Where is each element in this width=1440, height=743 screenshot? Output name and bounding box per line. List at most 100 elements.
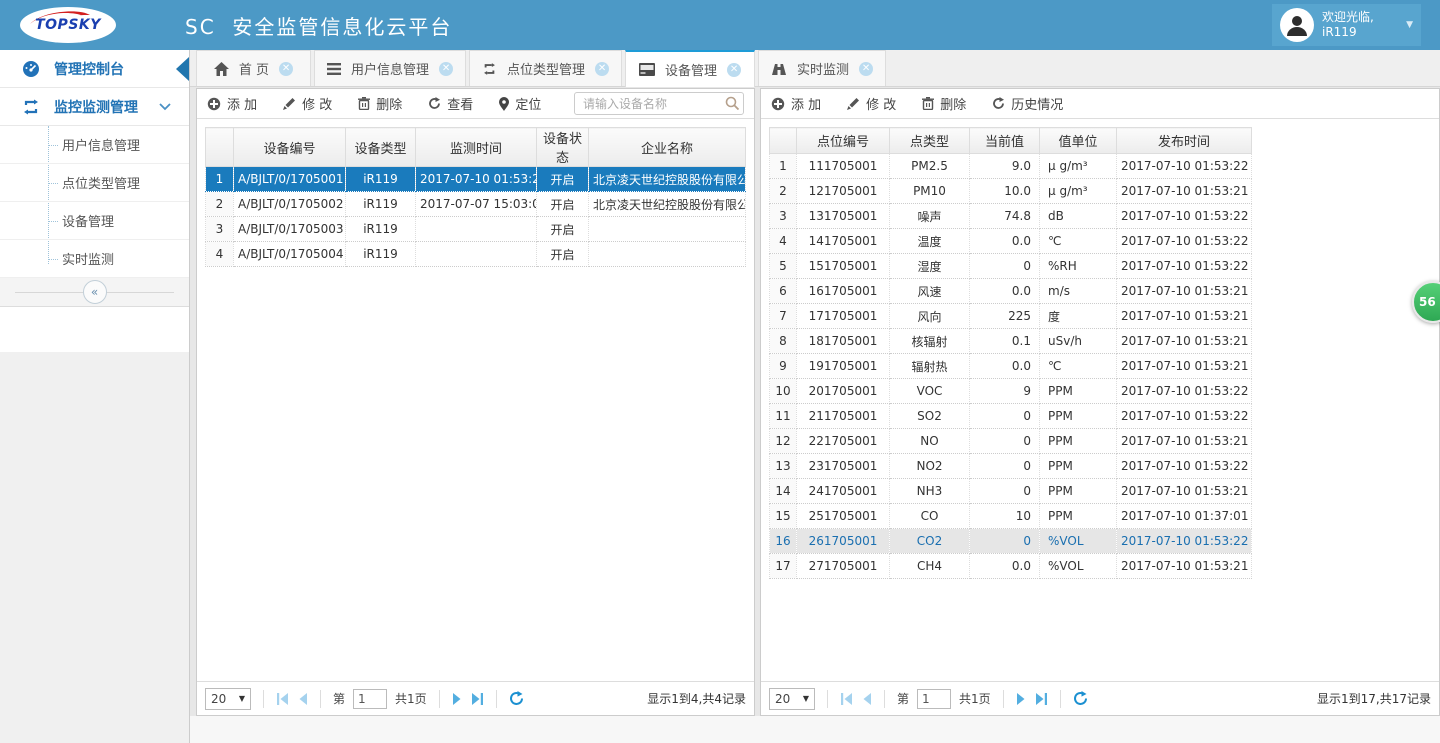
table-cell[interactable]: 0 [970, 479, 1040, 504]
table-cell[interactable]: 2017-07-10 01:37:01 [1117, 504, 1252, 529]
table-cell[interactable]: 2017-07-10 01:53:21 [1117, 329, 1252, 354]
table-cell[interactable]: 161705001 [797, 279, 890, 304]
next-page-button[interactable] [452, 693, 462, 705]
table-cell[interactable]: 2017-07-10 01:53:22 [1117, 154, 1252, 179]
sidebar-item-device-mgmt[interactable]: 设备管理 [0, 202, 189, 240]
table-cell[interactable]: 221705001 [797, 429, 890, 454]
table-row[interactable]: 1111705001PM2.59.0μ g/m³2017-07-10 01:53… [770, 154, 1252, 179]
table-cell[interactable]: A/BJLT/0/1705002 [234, 192, 346, 217]
table-cell[interactable]: 13 [770, 454, 797, 479]
table-cell[interactable]: 风速 [890, 279, 970, 304]
col-monitor-time[interactable]: 监测时间 [416, 128, 537, 167]
table-cell[interactable]: 度 [1040, 304, 1117, 329]
col-publish-time[interactable]: 发布时间 [1117, 128, 1252, 154]
table-cell[interactable]: 2017-07-10 01:53:22 [1117, 229, 1252, 254]
table-cell[interactable]: NO2 [890, 454, 970, 479]
sidebar-item-monitor-mgmt[interactable]: 监控监测管理 [0, 88, 189, 126]
table-cell[interactable] [589, 242, 746, 267]
table-cell[interactable]: 风向 [890, 304, 970, 329]
add-button[interactable]: 添 加 [771, 94, 821, 113]
col-point-type[interactable]: 点类型 [890, 128, 970, 154]
delete-button[interactable]: 删除 [358, 94, 402, 113]
table-cell[interactable]: 10.0 [970, 179, 1040, 204]
table-cell[interactable]: 3 [206, 217, 234, 242]
table-cell[interactable]: 121705001 [797, 179, 890, 204]
table-cell[interactable]: PPM [1040, 454, 1117, 479]
close-icon[interactable]: ✕ [859, 62, 873, 76]
table-cell[interactable] [416, 242, 537, 267]
add-button[interactable]: 添 加 [207, 94, 257, 113]
table-cell[interactable]: 2017-07-10 01:53:21 [1117, 304, 1252, 329]
table-cell[interactable]: 10 [970, 504, 1040, 529]
table-cell[interactable]: 3 [770, 204, 797, 229]
table-cell[interactable]: ℃ [1040, 229, 1117, 254]
tab-realtime[interactable]: 实时监测 ✕ [758, 50, 886, 86]
table-cell[interactable]: PPM [1040, 379, 1117, 404]
table-cell[interactable]: 1 [770, 154, 797, 179]
sidebar-item-console[interactable]: 管理控制台 [0, 50, 189, 88]
table-cell[interactable]: PM2.5 [890, 154, 970, 179]
table-cell[interactable]: 北京凌天世纪控股股份有限公司 [589, 192, 746, 217]
table-cell[interactable]: 5 [770, 254, 797, 279]
table-cell[interactable]: 151705001 [797, 254, 890, 279]
table-cell[interactable]: 核辐射 [890, 329, 970, 354]
table-row[interactable]: 9191705001辐射热0.0℃2017-07-10 01:53:21 [770, 354, 1252, 379]
table-cell[interactable]: 开启 [537, 217, 589, 242]
table-cell[interactable]: 111705001 [797, 154, 890, 179]
sidebar-item-user-info[interactable]: 用户信息管理 [0, 126, 189, 164]
sidebar-item-realtime[interactable]: 实时监测 [0, 240, 189, 278]
table-cell[interactable]: 7 [770, 304, 797, 329]
locate-button[interactable]: 定位 [499, 94, 541, 113]
table-cell[interactable]: PPM [1040, 404, 1117, 429]
table-cell[interactable]: 2017-07-10 01:53:21 [1117, 179, 1252, 204]
page-size-select[interactable]: 20▼ [205, 688, 251, 710]
table-cell[interactable]: 0.0 [970, 229, 1040, 254]
table-cell[interactable]: 2017-07-10 01:53:22 [1117, 404, 1252, 429]
table-row[interactable]: 4141705001温度0.0℃2017-07-10 01:53:22 [770, 229, 1252, 254]
col-rownum[interactable] [770, 128, 797, 154]
table-row[interactable]: 11211705001SO20PPM2017-07-10 01:53:22 [770, 404, 1252, 429]
table-row[interactable]: 15251705001CO10PPM2017-07-10 01:37:01 [770, 504, 1252, 529]
table-cell[interactable]: 225 [970, 304, 1040, 329]
search-icon[interactable] [725, 96, 739, 113]
table-cell[interactable]: μ g/m³ [1040, 179, 1117, 204]
table-cell[interactable]: 191705001 [797, 354, 890, 379]
table-cell[interactable]: 4 [770, 229, 797, 254]
table-cell[interactable]: 9 [970, 379, 1040, 404]
table-cell[interactable]: iR119 [346, 192, 416, 217]
first-page-button[interactable] [276, 693, 290, 705]
table-cell[interactable]: 噪声 [890, 204, 970, 229]
table-cell[interactable]: 0.1 [970, 329, 1040, 354]
next-page-button[interactable] [1016, 693, 1026, 705]
col-value-unit[interactable]: 值单位 [1040, 128, 1117, 154]
table-cell[interactable]: A/BJLT/0/1705001 [234, 167, 346, 192]
table-cell[interactable]: 17 [770, 554, 797, 579]
table-cell[interactable]: 12 [770, 429, 797, 454]
table-row[interactable]: 5151705001湿度0%RH2017-07-10 01:53:22 [770, 254, 1252, 279]
table-cell[interactable]: %VOL [1040, 554, 1117, 579]
table-cell[interactable]: 2017-07-10 01:53:21 [1117, 279, 1252, 304]
table-cell[interactable]: 0.0 [970, 354, 1040, 379]
table-cell[interactable]: 0 [970, 254, 1040, 279]
table-cell[interactable]: 15 [770, 504, 797, 529]
edit-button[interactable]: 修 改 [847, 94, 896, 113]
table-cell[interactable]: 开启 [537, 242, 589, 267]
table-cell[interactable]: 0.0 [970, 279, 1040, 304]
table-cell[interactable]: 2017-07-10 01:53:22 [416, 167, 537, 192]
table-cell[interactable]: 211705001 [797, 404, 890, 429]
table-cell[interactable]: 1 [206, 167, 234, 192]
table-row[interactable]: 8181705001核辐射0.1uSv/h2017-07-10 01:53:21 [770, 329, 1252, 354]
first-page-button[interactable] [840, 693, 854, 705]
tab-user-info[interactable]: 用户信息管理 ✕ [314, 50, 466, 86]
table-cell[interactable]: 0 [970, 429, 1040, 454]
table-cell[interactable]: 171705001 [797, 304, 890, 329]
reload-icon[interactable] [509, 691, 524, 706]
table-cell[interactable]: PPM [1040, 479, 1117, 504]
page-number-input[interactable] [917, 689, 951, 709]
close-icon[interactable]: ✕ [279, 62, 293, 76]
table-cell[interactable]: m/s [1040, 279, 1117, 304]
table-cell[interactable]: 辐射热 [890, 354, 970, 379]
table-cell[interactable]: 11 [770, 404, 797, 429]
tab-home[interactable]: 首 页 ✕ [196, 50, 311, 86]
close-icon[interactable]: ✕ [595, 62, 609, 76]
